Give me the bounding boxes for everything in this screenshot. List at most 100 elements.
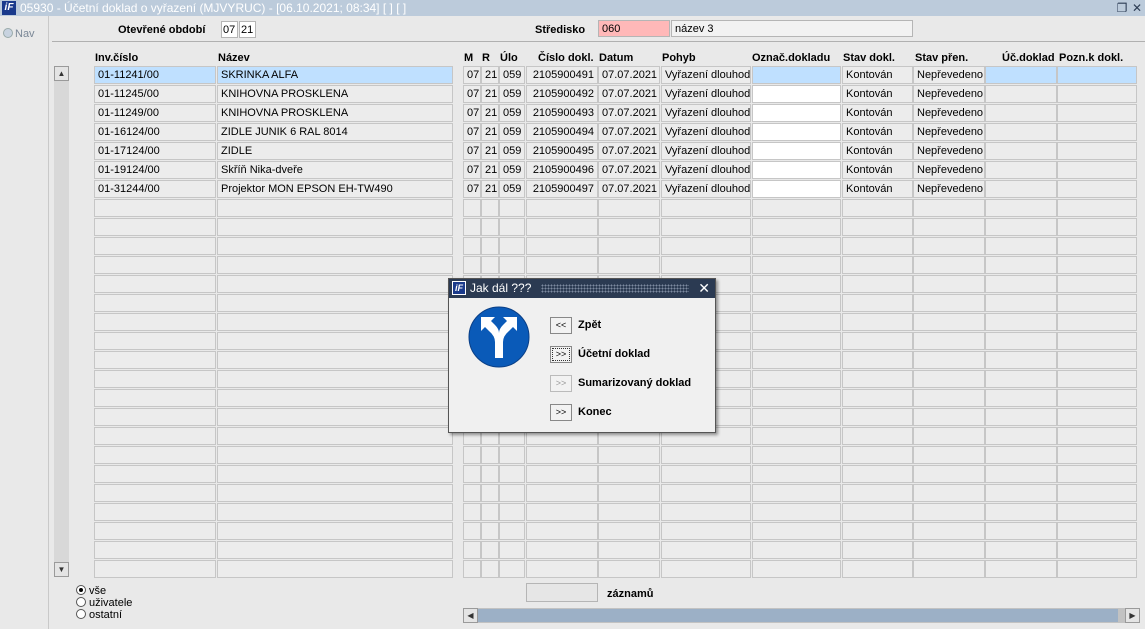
cell-acc-doc[interactable]	[985, 313, 1057, 331]
cell-move[interactable]: Vyřazení dlouhod	[661, 180, 751, 198]
cell-m[interactable]	[463, 522, 481, 540]
cell-ulo[interactable]	[499, 522, 525, 540]
cell-m[interactable]	[463, 199, 481, 217]
cell-move[interactable]	[661, 237, 751, 255]
cell-acc-doc[interactable]	[985, 408, 1057, 426]
cell-mark[interactable]	[752, 313, 841, 331]
cell-note[interactable]	[1057, 85, 1137, 103]
cell-state[interactable]	[842, 560, 913, 578]
cell-inv[interactable]: 01-16124/00	[94, 123, 216, 141]
cell-note[interactable]	[1057, 446, 1137, 464]
cell-date[interactable]	[598, 541, 660, 559]
cell-acc-doc[interactable]	[985, 560, 1057, 578]
cell-state[interactable]	[842, 370, 913, 388]
cell-date[interactable]: 07.07.2021	[598, 161, 660, 179]
cell-acc-doc[interactable]	[985, 123, 1057, 141]
cell-mark[interactable]	[752, 389, 841, 407]
cell-m[interactable]	[463, 560, 481, 578]
cell-m[interactable]	[463, 484, 481, 502]
cell-transfer[interactable]: Nepřevedeno	[913, 161, 985, 179]
cell-state[interactable]	[842, 541, 913, 559]
cell-note[interactable]	[1057, 408, 1137, 426]
cell-note[interactable]	[1057, 389, 1137, 407]
cell-name[interactable]	[217, 503, 453, 521]
cell-r[interactable]	[481, 560, 499, 578]
cell-move[interactable]	[661, 522, 751, 540]
cell-name[interactable]	[217, 560, 453, 578]
cell-r[interactable]	[481, 446, 499, 464]
cell-inv[interactable]	[94, 389, 216, 407]
cell-state[interactable]	[842, 389, 913, 407]
cell-m[interactable]	[463, 541, 481, 559]
cell-move[interactable]	[661, 503, 751, 521]
cell-date[interactable]	[598, 484, 660, 502]
cell-ulo[interactable]: 059	[499, 180, 525, 198]
cell-acc-doc[interactable]	[985, 351, 1057, 369]
cell-date[interactable]	[598, 465, 660, 483]
cell-mark[interactable]	[752, 427, 841, 445]
nav-item[interactable]: Nav	[3, 28, 35, 40]
cell-ulo[interactable]: 059	[499, 66, 525, 84]
cell-inv[interactable]: 01-19124/00	[94, 161, 216, 179]
cell-date[interactable]	[598, 503, 660, 521]
cell-name[interactable]	[217, 446, 453, 464]
cell-m[interactable]	[463, 218, 481, 236]
cell-inv[interactable]	[94, 237, 216, 255]
cell-acc-doc[interactable]	[985, 161, 1057, 179]
cell-transfer[interactable]: Nepřevedeno	[913, 142, 985, 160]
cell-acc-doc[interactable]	[985, 66, 1057, 84]
cell-doc[interactable]	[526, 503, 598, 521]
cell-ulo[interactable]	[499, 503, 525, 521]
cell-move[interactable]: Vyřazení dlouhod	[661, 142, 751, 160]
cell-mark[interactable]	[752, 237, 841, 255]
cell-mark[interactable]	[752, 180, 841, 198]
cell-doc[interactable]: 2105900495	[526, 142, 598, 160]
cell-name[interactable]	[217, 313, 453, 331]
cell-r[interactable]: 21	[481, 104, 499, 122]
cell-name[interactable]	[217, 237, 453, 255]
cell-note[interactable]	[1057, 294, 1137, 312]
cell-date[interactable]: 07.07.2021	[598, 85, 660, 103]
cell-transfer[interactable]	[913, 446, 985, 464]
cell-state[interactable]	[842, 408, 913, 426]
cell-transfer[interactable]	[913, 256, 985, 274]
cell-inv[interactable]	[94, 408, 216, 426]
cell-inv[interactable]: 01-31244/00	[94, 180, 216, 198]
cell-name[interactable]: ZIDLE JUNIK 6 RAL 8014	[217, 123, 453, 141]
cell-state[interactable]	[842, 351, 913, 369]
cell-transfer[interactable]: Nepřevedeno	[913, 180, 985, 198]
cell-move[interactable]	[661, 484, 751, 502]
cell-date[interactable]: 07.07.2021	[598, 66, 660, 84]
cell-r[interactable]	[481, 503, 499, 521]
cell-mark[interactable]	[752, 199, 841, 217]
cell-state[interactable]	[842, 313, 913, 331]
cell-move[interactable]	[661, 256, 751, 274]
cell-name[interactable]	[217, 275, 453, 293]
cell-note[interactable]	[1057, 503, 1137, 521]
cell-move[interactable]	[661, 446, 751, 464]
cell-state[interactable]	[842, 446, 913, 464]
cell-inv[interactable]	[94, 199, 216, 217]
cell-transfer[interactable]	[913, 370, 985, 388]
cell-note[interactable]	[1057, 522, 1137, 540]
cell-note[interactable]	[1057, 541, 1137, 559]
cell-note[interactable]	[1057, 427, 1137, 445]
cell-name[interactable]: ZIDLE	[217, 142, 453, 160]
cell-doc[interactable]: 2105900496	[526, 161, 598, 179]
cell-name[interactable]: Skříň Nika-dveře	[217, 161, 453, 179]
cell-m[interactable]: 07	[463, 180, 481, 198]
cell-inv[interactable]: 01-11245/00	[94, 85, 216, 103]
cell-state[interactable]	[842, 465, 913, 483]
cell-inv[interactable]	[94, 522, 216, 540]
cell-r[interactable]	[481, 541, 499, 559]
cell-r[interactable]: 21	[481, 66, 499, 84]
cell-acc-doc[interactable]	[985, 85, 1057, 103]
cell-doc[interactable]	[526, 522, 598, 540]
cell-mark[interactable]	[752, 446, 841, 464]
cell-ulo[interactable]	[499, 541, 525, 559]
cell-ulo[interactable]	[499, 560, 525, 578]
period-year-field[interactable]: 21	[239, 21, 256, 38]
cell-state[interactable]	[842, 237, 913, 255]
cell-ulo[interactable]	[499, 199, 525, 217]
cell-state[interactable]	[842, 484, 913, 502]
